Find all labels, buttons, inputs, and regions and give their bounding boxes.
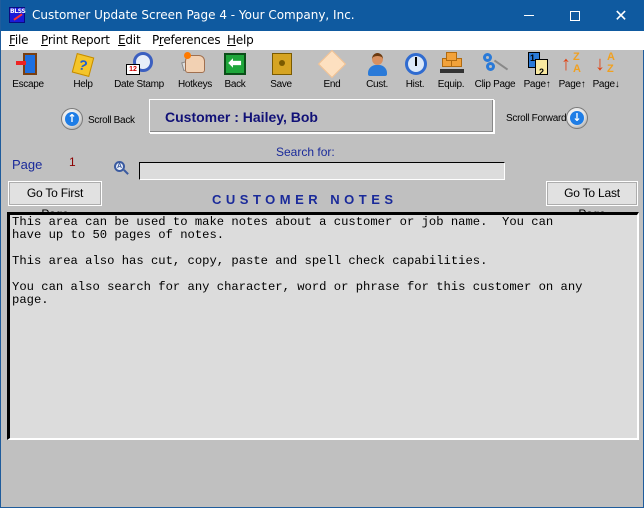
scroll-forward-label[interactable]: Scroll Forward <box>506 113 567 124</box>
hotkeys-button[interactable]: Hotkeys <box>176 50 214 92</box>
maximize-icon <box>570 10 580 21</box>
scroll-back-button[interactable]: ↑ <box>61 108 83 130</box>
page-up-button[interactable]: 12 Page↑ <box>522 50 552 92</box>
history-clock-icon <box>402 52 428 78</box>
menu-file[interactable]: File <box>9 33 29 47</box>
close-button[interactable]: ✕ <box>598 0 644 31</box>
search-icon[interactable]: A <box>114 161 129 175</box>
help-button[interactable]: ? Help <box>68 50 98 92</box>
close-icon: ✕ <box>614 6 628 25</box>
menu-help[interactable]: Help <box>227 33 254 47</box>
page-up-sort-button[interactable]: ↑ ZA Page↑ <box>557 50 587 92</box>
navigation-row: ↑ Scroll Back Customer : Hailey, Bob Scr… <box>1 96 644 140</box>
app-window: BLSS Customer Update Screen Page 4 - You… <box>0 0 644 508</box>
window-title: Customer Update Screen Page 4 - Your Com… <box>32 8 355 22</box>
search-label: Search for: <box>276 145 335 159</box>
scroll-back-label[interactable]: Scroll Back <box>88 115 135 126</box>
hand-keyboard-icon <box>181 52 208 78</box>
save-button[interactable]: Save <box>266 50 296 92</box>
safe-icon <box>268 52 294 78</box>
menu-print-report[interactable]: Print Report <box>41 33 110 47</box>
cust-button[interactable]: Cust. <box>362 50 392 92</box>
page-down-button[interactable]: ↓ AZ Page↓ <box>590 50 622 92</box>
customer-name: Customer : Hailey, Bob <box>165 109 318 125</box>
equip-button[interactable]: Equip. <box>436 50 466 92</box>
page-stack-icon: 12 <box>524 52 550 78</box>
help-book-icon: ? <box>70 52 96 78</box>
door-exit-icon <box>15 52 41 78</box>
arrow-down-icon: ↓ <box>570 111 584 125</box>
title-bar[interactable]: BLSS Customer Update Screen Page 4 - You… <box>1 0 644 31</box>
date-stamp-button[interactable]: 12 Date Stamp <box>113 50 165 92</box>
scissors-icon <box>482 52 509 78</box>
clock-calendar-icon: 12 <box>126 52 153 78</box>
sort-up-icon: ↑ ZA <box>561 51 581 75</box>
toolbar: Escape ? Help 12 Date Stamp Hotkeys ⬅ Ba… <box>1 49 644 92</box>
clip-page-button[interactable]: Clip Page <box>473 50 517 92</box>
hist-button[interactable]: Hist. <box>400 50 430 92</box>
minimize-icon <box>524 15 534 16</box>
menu-edit[interactable]: Edit <box>118 33 141 47</box>
page-number: 1 <box>69 155 76 169</box>
go-to-first-page-button[interactable]: Go To First Page <box>9 182 101 221</box>
eraser-icon <box>317 49 347 79</box>
menu-preferences[interactable]: Preferences <box>152 33 221 47</box>
search-input[interactable] <box>139 162 505 180</box>
customer-banner: Customer : Hailey, Bob <box>149 99 494 133</box>
page-label: Page <box>12 157 43 172</box>
arrow-up-icon: ↑ <box>65 112 79 126</box>
scroll-forward-button[interactable]: ↓ <box>566 107 588 129</box>
customer-notes-textarea[interactable]: This area can be used to make notes abou… <box>7 212 639 440</box>
end-button[interactable]: End <box>317 49 347 92</box>
menu-bar: File Print Report Edit Preferences Help <box>1 31 644 50</box>
back-button[interactable]: ⬅ Back <box>220 50 250 92</box>
maximize-button[interactable] <box>552 0 598 31</box>
back-arrow-icon: ⬅ <box>222 52 248 78</box>
section-title: CUSTOMER NOTES <box>212 192 398 207</box>
minimize-button[interactable] <box>506 0 552 31</box>
escape-button[interactable]: Escape <box>9 50 47 92</box>
person-icon <box>364 52 390 78</box>
sort-down-icon: ↓ AZ <box>595 51 615 75</box>
go-to-last-page-button[interactable]: Go To Last Page <box>547 182 637 221</box>
equipment-boxes-icon <box>438 52 464 78</box>
app-icon[interactable]: BLSS <box>9 7 26 23</box>
